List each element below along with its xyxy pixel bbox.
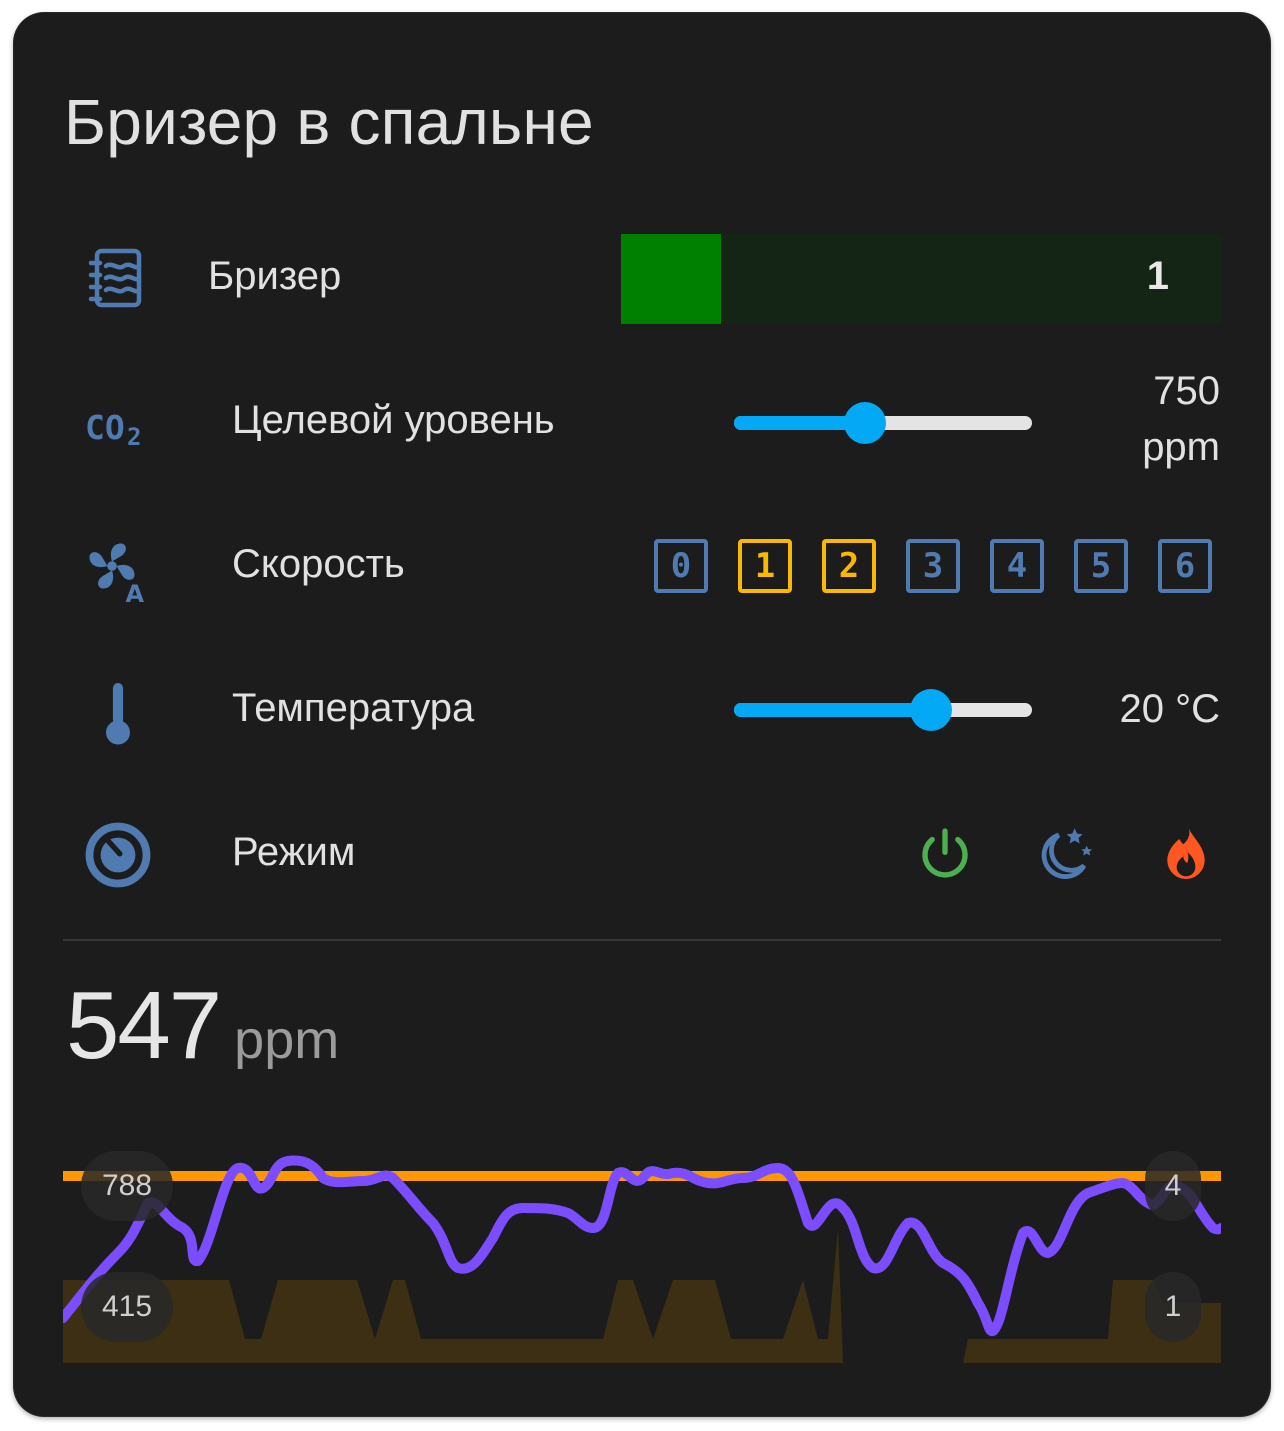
- co2-history-graph[interactable]: [63, 1143, 1221, 1373]
- target-level-label: Целевой уровень: [232, 398, 555, 442]
- temperature-slider-thumb[interactable]: [909, 689, 952, 731]
- power-icon[interactable]: [913, 823, 977, 887]
- breezer-level-fill: [621, 234, 722, 324]
- breezer-card: Бризер в спальне Бризер 1 CO 2 Целевой у…: [14, 13, 1270, 1416]
- graph-left-min-label: 415: [81, 1272, 173, 1342]
- temperature-value: 20 °C: [1119, 687, 1221, 731]
- temperature-slider[interactable]: [734, 689, 1032, 731]
- breezer-label: Бризер: [208, 254, 342, 298]
- co2-current-number: 547: [66, 972, 222, 1079]
- section-divider: [63, 939, 1221, 941]
- speed-button-0[interactable]: 0: [654, 539, 708, 593]
- moon-stars-icon[interactable]: [1032, 823, 1096, 887]
- target-level-slider-thumb[interactable]: [844, 402, 887, 444]
- graph-left-max-label: 788: [81, 1151, 173, 1221]
- air-filter-icon[interactable]: [82, 242, 154, 314]
- co2-current-unit: ppm: [234, 1010, 340, 1070]
- target-level-unit: ppm: [1142, 425, 1220, 469]
- co2-icon[interactable]: CO 2: [82, 388, 154, 460]
- target-level-number: 750: [1153, 369, 1220, 413]
- svg-text:CO: CO: [85, 408, 125, 447]
- speed-button-1[interactable]: 1: [738, 539, 792, 593]
- speed-button-3[interactable]: 3: [906, 539, 960, 593]
- fire-icon[interactable]: [1154, 823, 1218, 887]
- fan-auto-icon[interactable]: A: [82, 533, 154, 605]
- speed-button-5[interactable]: 5: [1074, 539, 1128, 593]
- speed-label: Скорость: [232, 542, 405, 586]
- gauge-icon[interactable]: [82, 819, 154, 891]
- temperature-label: Температура: [232, 686, 475, 730]
- svg-text:2: 2: [127, 423, 141, 451]
- co2-history-line: [63, 1155, 1221, 1337]
- svg-text:A: A: [126, 580, 145, 605]
- target-level-value: 750 ppm: [1142, 363, 1220, 475]
- card-title: Бризер в спальне: [64, 86, 594, 158]
- graph-right-max-label: 4: [1145, 1151, 1201, 1221]
- mode-label: Режим: [232, 830, 356, 874]
- speed-button-4[interactable]: 4: [990, 539, 1044, 593]
- speed-button-2[interactable]: 2: [822, 539, 876, 593]
- graph-right-min-label: 1: [1145, 1272, 1201, 1342]
- target-level-slider[interactable]: [734, 402, 1032, 444]
- co2-current-value: 547 ppm: [66, 971, 339, 1081]
- temperature-slider-fill: [734, 703, 931, 717]
- thermometer-icon[interactable]: [82, 677, 154, 749]
- speed-button-6[interactable]: 6: [1158, 539, 1212, 593]
- breezer-level-value: 1: [1146, 254, 1169, 298]
- breezer-level-bar[interactable]: 1: [621, 234, 1221, 324]
